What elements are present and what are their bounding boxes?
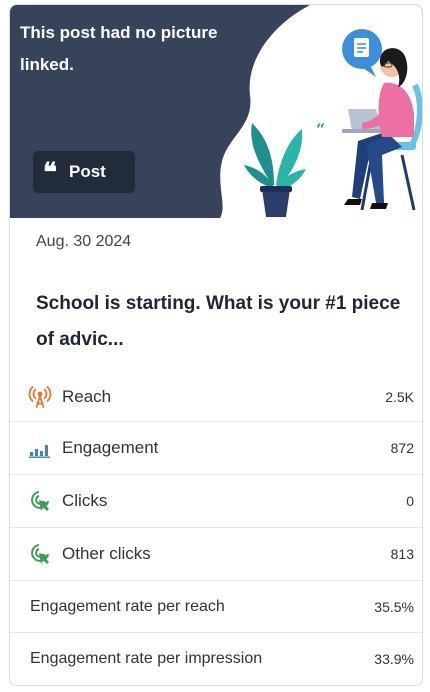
metric-label: Clicks: [62, 491, 108, 510]
metric-row-other-clicks: Other clicks 813: [10, 527, 422, 580]
cursor-click-icon: [31, 491, 49, 511]
post-type-badge: ❝ Post: [33, 151, 135, 193]
post-date: Aug. 30 2024: [36, 233, 132, 250]
post-title[interactable]: School is starting. What is your #1 piec…: [36, 286, 418, 358]
metric-row-reach: Reach 2.5K: [10, 373, 422, 421]
post-type-label: Post: [69, 162, 106, 181]
metric-value: 813: [390, 546, 414, 562]
broadcast-tower-icon: [28, 386, 52, 408]
metric-row-clicks: Clicks 0: [10, 474, 422, 527]
metric-label: Engagement rate per reach: [30, 598, 225, 615]
metric-row-engagement: Engagement 872: [10, 421, 422, 474]
metric-row-engagement-rate-reach: Engagement rate per reach 35.5%: [10, 580, 422, 632]
metric-label: Reach: [62, 387, 112, 406]
post-card[interactable]: “ This post had no picture linked. ❝ Pos…: [9, 4, 423, 686]
metric-label: Engagement: [62, 438, 159, 457]
bar-chart-icon: [29, 445, 50, 458]
metric-row-engagement-rate-impression: Engagement rate per impression 33.9%: [10, 632, 422, 684]
metric-value: 0: [406, 493, 414, 509]
metrics-list: Reach 2.5K Engagement 872 Clicks 0 Other…: [10, 373, 422, 684]
metric-value: 2.5K: [385, 389, 414, 405]
cursor-click-icon: [31, 544, 49, 564]
post-hero: “ This post had no picture linked. ❝ Pos…: [10, 5, 422, 218]
metric-value: 872: [390, 440, 414, 456]
svg-text:“: “: [316, 120, 325, 139]
quote-icon: ❝: [43, 158, 57, 188]
metric-value: 33.9%: [374, 650, 414, 667]
metric-value: 35.5%: [374, 598, 414, 615]
metric-label: Other clicks: [62, 544, 151, 563]
metric-label: Engagement rate per impression: [30, 650, 263, 667]
no-picture-message: This post had no picture linked.: [20, 23, 218, 74]
